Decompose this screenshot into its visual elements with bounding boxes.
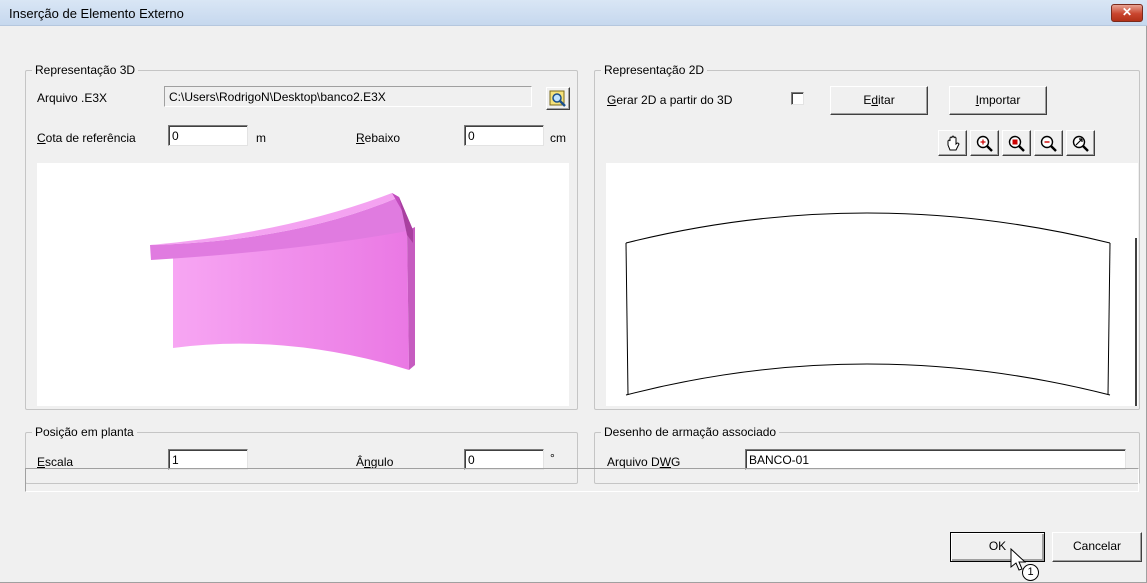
arquivo-dwg-label: Arquivo DWG bbox=[607, 455, 680, 469]
editar-mnemonic: d bbox=[871, 93, 879, 107]
preview-2d-drawing bbox=[625, 212, 1137, 406]
group-3d-label: Representação 3D bbox=[32, 63, 139, 77]
rebaixo-label-text: ebaixo bbox=[364, 131, 401, 145]
pan-icon bbox=[947, 135, 960, 151]
cursor-step-badge: 1 bbox=[1022, 564, 1039, 581]
window-title: Inserção de Elemento Externo bbox=[9, 6, 184, 21]
angulo-input[interactable]: 0 bbox=[464, 449, 544, 470]
browse-file-button[interactable] bbox=[546, 87, 570, 110]
zoom-extents-button[interactable] bbox=[1002, 130, 1031, 156]
zoom-realtime-button[interactable] bbox=[1066, 130, 1095, 156]
editar-label-post: itar bbox=[878, 93, 895, 107]
gerar-2d-checkbox[interactable] bbox=[791, 92, 804, 105]
group-2d-label: Representação 2D bbox=[601, 63, 708, 77]
angulo-mnemonic: n bbox=[364, 455, 371, 469]
zoom-out-button[interactable] bbox=[1034, 130, 1063, 156]
cancel-button[interactable]: Cancelar bbox=[1052, 532, 1142, 562]
preview-3d-model bbox=[150, 193, 415, 370]
desenho-label: Desenho de armação associado bbox=[601, 425, 780, 439]
posicao-label: Posição em planta bbox=[32, 425, 137, 439]
zoom-realtime-icon bbox=[1072, 135, 1089, 152]
cota-referencia-input[interactable]: 0 bbox=[168, 125, 248, 146]
zoom-window-icon bbox=[976, 135, 993, 152]
close-button[interactable]: ✕ bbox=[1111, 4, 1143, 22]
preview-2d[interactable] bbox=[606, 163, 1138, 406]
pan-button[interactable] bbox=[938, 130, 967, 156]
ok-label: OK bbox=[988, 539, 1007, 553]
gerar-2d-label: Gerar 2D a partir do 3D bbox=[607, 93, 732, 107]
arquivo-dwg-input[interactable]: BANCO-01 bbox=[745, 449, 1126, 470]
zoom-out-icon bbox=[1040, 135, 1057, 152]
rebaixo-mnemonic: R bbox=[356, 131, 365, 145]
angulo-unit: ° bbox=[550, 451, 555, 465]
dwg-label-pre: Arquivo D bbox=[607, 455, 660, 469]
importar-button[interactable]: Importar bbox=[949, 86, 1047, 115]
dwg-mnemonic: W bbox=[659, 455, 672, 469]
cancel-label: Cancelar bbox=[1072, 539, 1122, 553]
browse-file-icon bbox=[549, 90, 566, 107]
title-bar: Inserção de Elemento Externo ✕ bbox=[0, 0, 1147, 26]
escala-mnemonic: E bbox=[37, 455, 46, 469]
gerar-label-text: erar 2D a partir do 3D bbox=[616, 93, 733, 107]
file-e3x-label: Arquivo .E3X bbox=[37, 91, 108, 105]
close-icon: ✕ bbox=[1121, 5, 1133, 19]
angulo-label-post: gulo bbox=[370, 455, 394, 469]
file-e3x-field[interactable]: C:\Users\RodrigoN\Desktop\banco2.E3X bbox=[164, 86, 532, 107]
cota-mnemonic: C bbox=[37, 131, 46, 145]
zoom-extents-icon bbox=[1008, 135, 1025, 152]
status-bar bbox=[25, 468, 1139, 492]
cota-label-text: ota de referência bbox=[45, 131, 136, 145]
rebaixo-input[interactable]: 0 bbox=[464, 125, 544, 146]
angulo-label: Ângulo bbox=[356, 455, 393, 469]
cursor-step-number: 1 bbox=[1027, 566, 1034, 578]
importar-label-text: mportar bbox=[979, 93, 1021, 107]
escala-label: Escala bbox=[37, 455, 73, 469]
zoom-window-button[interactable] bbox=[970, 130, 999, 156]
escala-input[interactable]: 1 bbox=[168, 449, 248, 470]
gerar-mnemonic: G bbox=[607, 93, 617, 107]
editar-button[interactable]: Editar bbox=[830, 86, 928, 115]
rebaixo-label: Rebaixo bbox=[356, 131, 400, 145]
cota-referencia-label: Cota de referência bbox=[37, 131, 136, 145]
dialog-window: Inserção de Elemento Externo ✕ Represent… bbox=[0, 0, 1147, 583]
rebaixo-unit: cm bbox=[550, 131, 566, 145]
cota-unit: m bbox=[256, 131, 266, 145]
escala-label-text: scala bbox=[45, 455, 74, 469]
angulo-label-pre: Â bbox=[356, 455, 365, 469]
dwg-label-post: G bbox=[671, 455, 681, 469]
preview-3d[interactable] bbox=[37, 163, 569, 406]
